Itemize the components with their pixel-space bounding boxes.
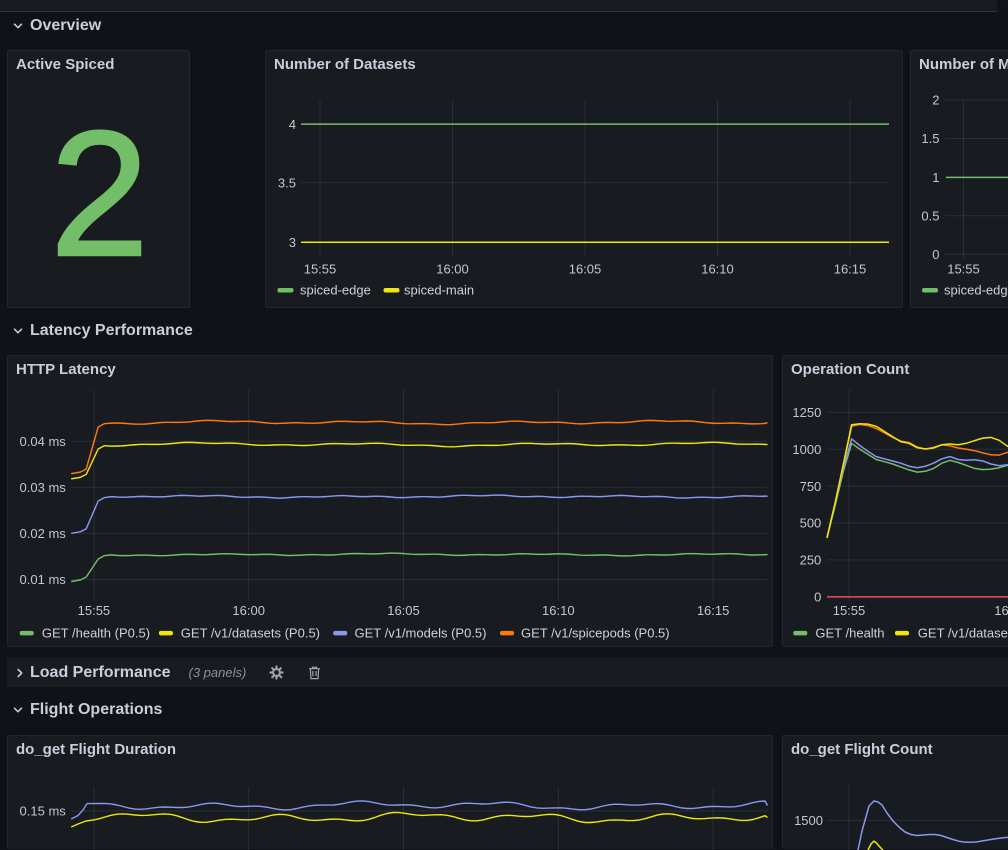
svg-text:16:00: 16:00 — [232, 603, 265, 618]
svg-text:15:55: 15:55 — [78, 603, 111, 618]
svg-text:1500: 1500 — [794, 813, 823, 828]
svg-text:2: 2 — [932, 93, 939, 108]
svg-text:GET /v1/datasets (P0.5): GET /v1/datasets (P0.5) — [181, 626, 320, 641]
svg-text:GET /health (P0.5): GET /health (P0.5) — [42, 626, 150, 641]
svg-text:spiced-main: spiced-main — [404, 283, 474, 298]
svg-text:0.03 ms: 0.03 ms — [20, 480, 67, 495]
svg-text:GET /v1/spicepods (P0.5): GET /v1/spicepods (P0.5) — [521, 626, 670, 641]
svg-text:GET /health: GET /health — [815, 626, 884, 641]
svg-text:spiced-edge: spiced-edge — [944, 283, 1008, 298]
svg-text:15:55: 15:55 — [947, 262, 980, 277]
svg-text:1250: 1250 — [792, 405, 821, 420]
svg-text:GET /v1/models (P0.5): GET /v1/models (P0.5) — [355, 626, 487, 641]
svg-text:15:55: 15:55 — [833, 603, 866, 618]
svg-text:spiced-edge: spiced-edge — [300, 283, 371, 298]
svg-text:15:55: 15:55 — [304, 262, 337, 277]
svg-text:0.01 ms: 0.01 ms — [20, 572, 67, 587]
svg-text:3.5: 3.5 — [278, 175, 296, 190]
svg-text:0.02 ms: 0.02 ms — [20, 526, 67, 541]
svg-text:16:00: 16:00 — [994, 603, 1008, 618]
svg-text:16:15: 16:15 — [697, 603, 730, 618]
svg-text:16:15: 16:15 — [834, 262, 867, 277]
svg-text:500: 500 — [800, 516, 822, 531]
svg-text:16:00: 16:00 — [436, 262, 469, 277]
svg-text:1.5: 1.5 — [921, 131, 939, 146]
svg-text:3: 3 — [289, 235, 296, 250]
svg-text:GET /v1/datasets: GET /v1/datasets — [918, 626, 1008, 641]
svg-text:0.04 ms: 0.04 ms — [20, 434, 67, 449]
svg-text:16:10: 16:10 — [542, 603, 575, 618]
svg-text:750: 750 — [800, 479, 822, 494]
svg-text:250: 250 — [800, 553, 822, 568]
svg-text:16:05: 16:05 — [569, 262, 602, 277]
svg-text:0: 0 — [932, 247, 939, 262]
svg-text:0.5: 0.5 — [921, 209, 939, 224]
svg-text:0: 0 — [814, 590, 821, 605]
svg-text:0.15 ms: 0.15 ms — [20, 804, 67, 819]
svg-text:1000: 1000 — [792, 442, 821, 457]
svg-text:4: 4 — [289, 117, 296, 132]
svg-text:16:05: 16:05 — [387, 603, 420, 618]
svg-text:1: 1 — [932, 170, 939, 185]
svg-text:16:10: 16:10 — [701, 262, 734, 277]
